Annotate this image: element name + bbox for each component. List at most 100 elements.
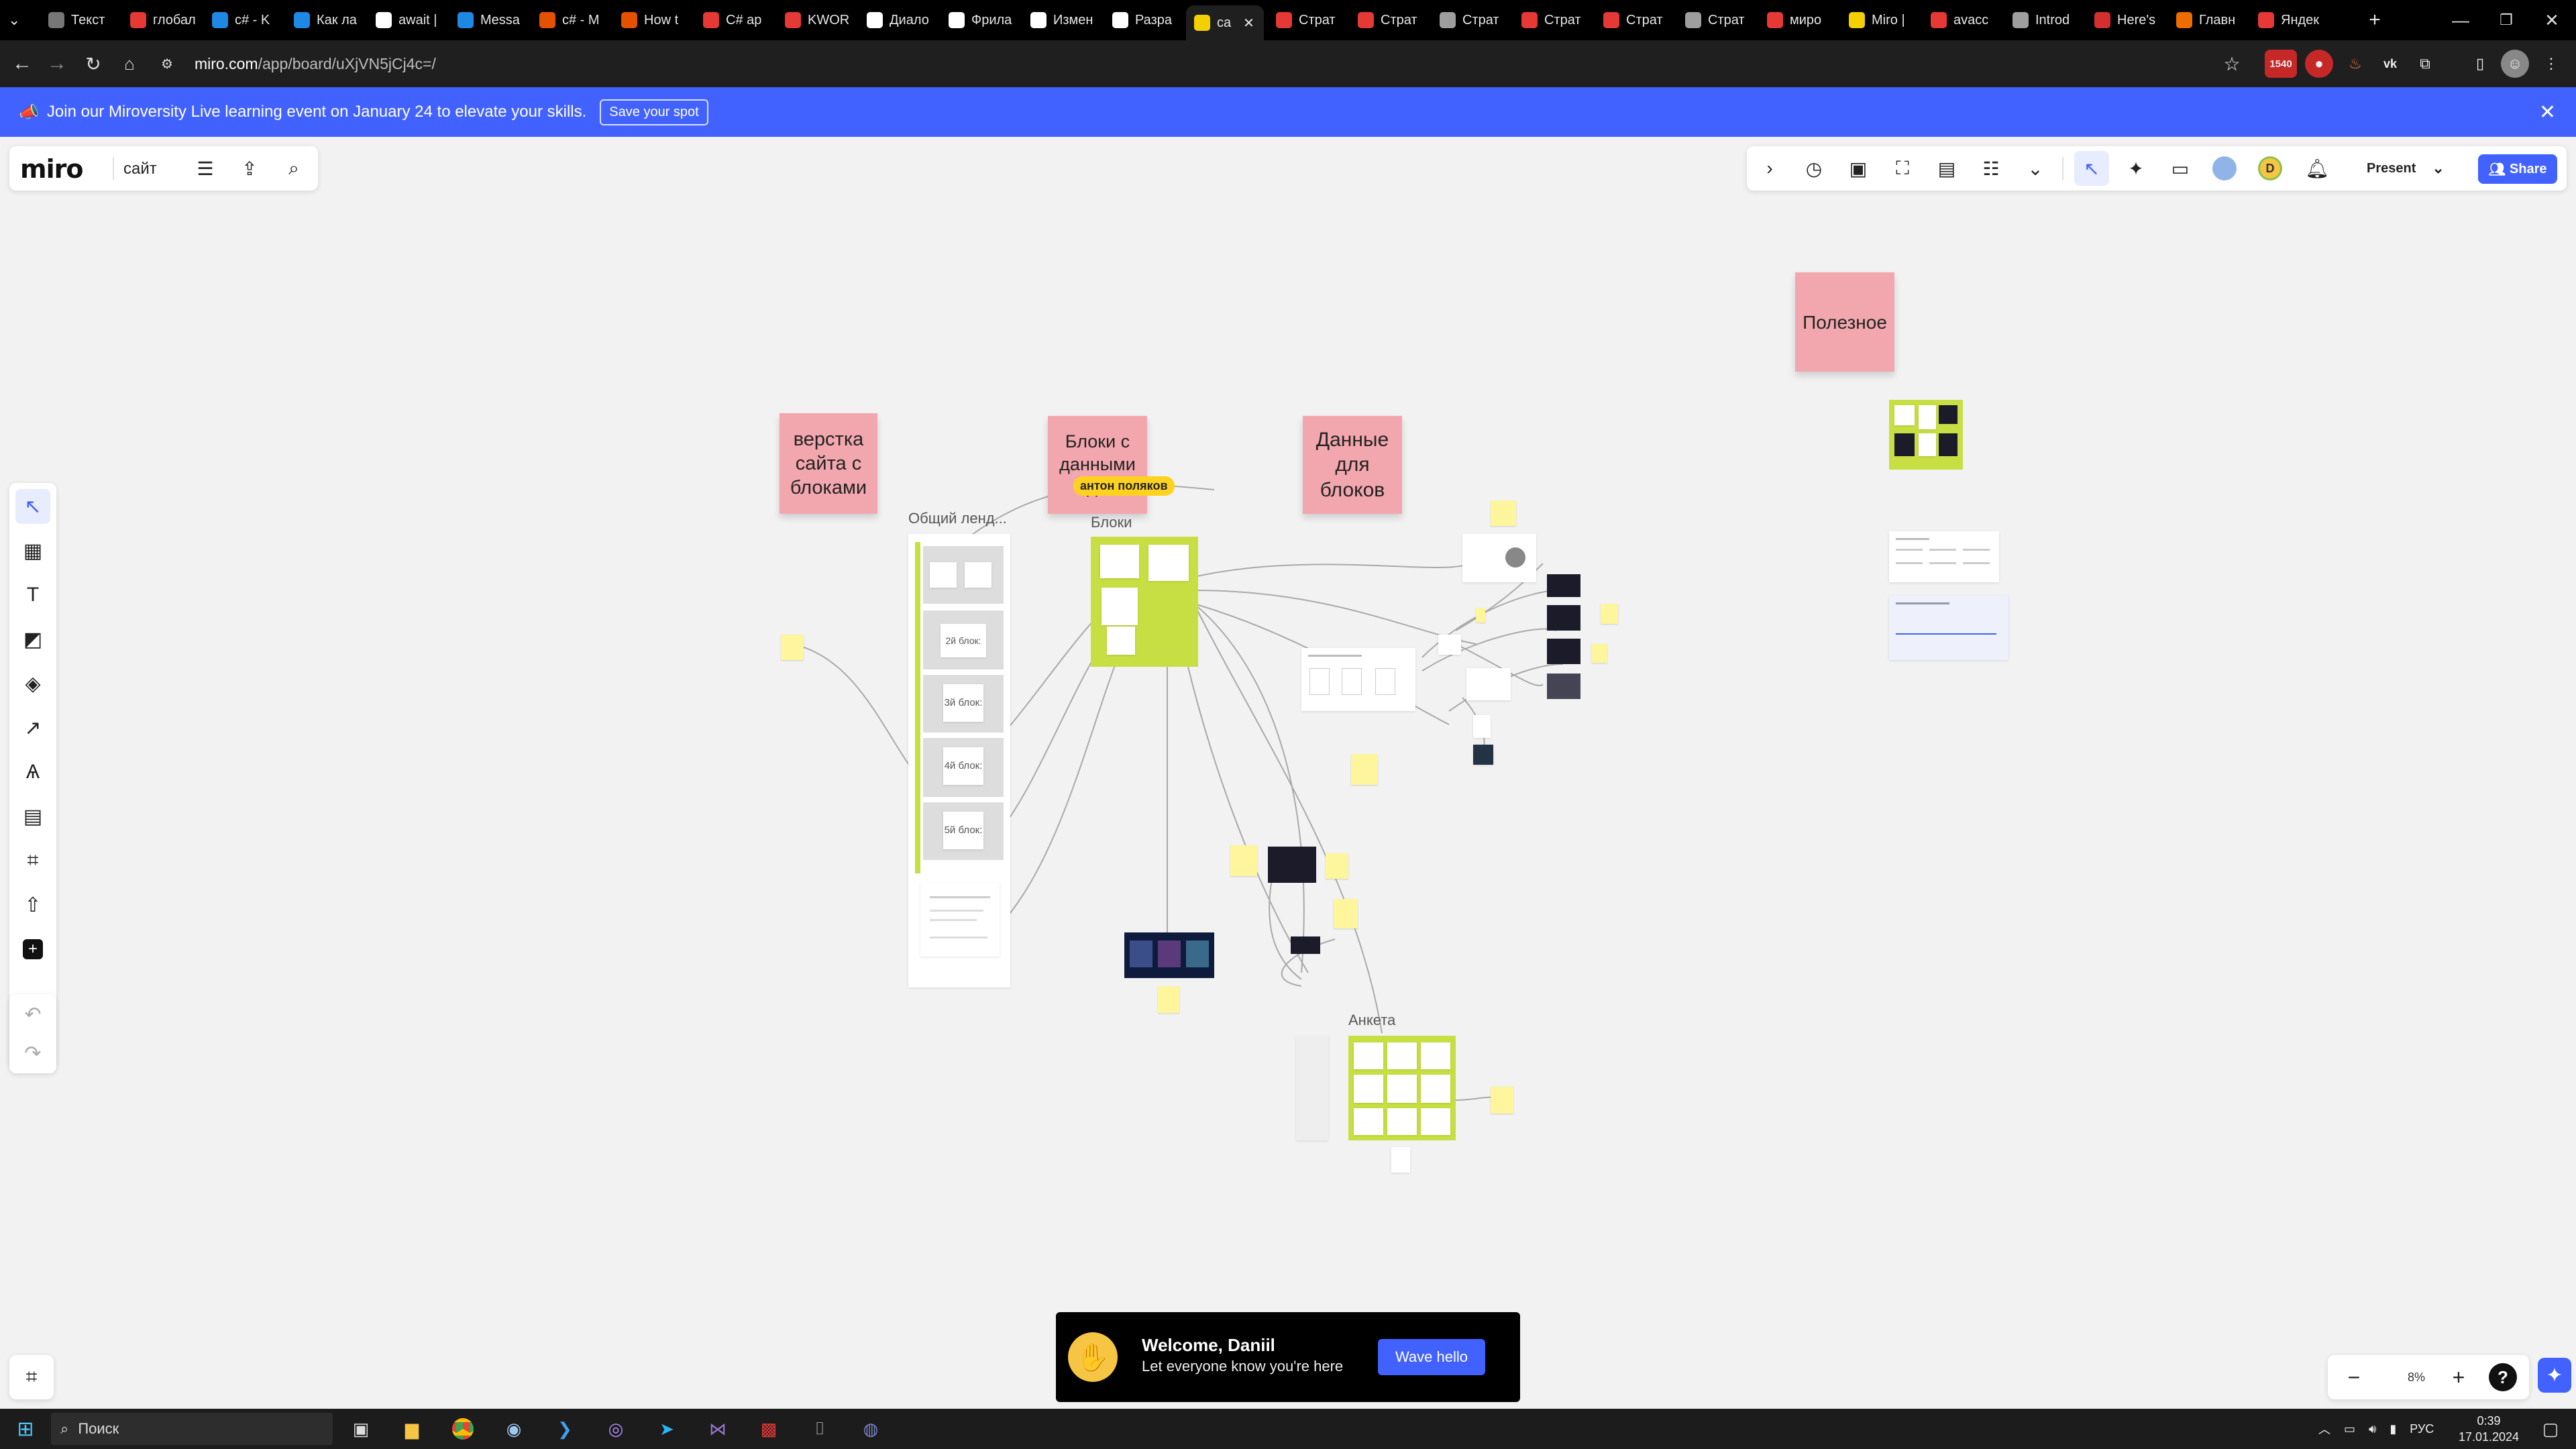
chevron-right-icon[interactable]: › (1752, 151, 1787, 186)
board-name[interactable]: сайт (123, 160, 157, 178)
taskbar-search[interactable]: ⌕ Поиск (51, 1413, 333, 1445)
frame-icon[interactable]: ⌗ (15, 843, 50, 878)
yellow-sticky[interactable] (1491, 500, 1516, 526)
steam-icon[interactable]: ◉ (499, 1414, 529, 1444)
comment-icon[interactable]: ▤ (15, 799, 50, 834)
yellow-sticky[interactable] (1351, 754, 1378, 785)
frame-useful[interactable] (1889, 400, 1963, 470)
miro-logo[interactable]: miro (20, 154, 83, 184)
dark-image-card[interactable] (1547, 574, 1580, 597)
dark-image-card[interactable] (1547, 605, 1580, 631)
redo-icon[interactable]: ↷ (15, 1036, 50, 1071)
templates-icon[interactable]: ▦ (15, 533, 50, 568)
focus-icon[interactable]: ⛶ (1885, 151, 1920, 186)
user-avatar[interactable]: D (2253, 151, 2288, 186)
share-button[interactable]: 👥︎ Share (2478, 154, 2557, 184)
footer-card[interactable] (920, 883, 1000, 957)
frame-landing[interactable]: 2й блок: 3й блок: 4й блок: 5й блок: (908, 534, 1010, 987)
ai-assist-icon[interactable]: ✦ (2538, 1358, 2571, 1393)
network-icon[interactable]: ▭ (2344, 1422, 2355, 1436)
mini-image-card[interactable] (1473, 745, 1493, 765)
present-button[interactable]: Present ⌄ (2356, 154, 2445, 182)
help-icon[interactable]: ? (2489, 1363, 2517, 1391)
yellow-sticky[interactable] (1591, 644, 1607, 663)
text-doc-card[interactable] (1889, 531, 1999, 582)
notes-icon[interactable]: ☷ (1974, 151, 2008, 186)
more-tools-icon[interactable]: ⌄ (2018, 151, 2053, 186)
bell-icon[interactable]: 🔔︎ (2300, 151, 2334, 186)
frame-label-blocks[interactable]: Блоки (1091, 514, 1132, 531)
zoom-level[interactable]: 8% (2390, 1364, 2443, 1390)
block-card-2[interactable]: 2й блок: (923, 610, 1004, 669)
zoom-in-button[interactable]: + (2443, 1362, 2474, 1393)
block-card-1[interactable] (923, 546, 1004, 604)
discord-icon[interactable]: ◍ (856, 1414, 885, 1444)
voting-icon[interactable]: ▣ (1841, 151, 1876, 186)
cursor-tool-icon[interactable]: ↖ (2074, 151, 2109, 186)
undo-icon[interactable]: ↶ (15, 997, 50, 1032)
yellow-sticky[interactable] (1158, 986, 1179, 1013)
dark-image-card[interactable] (1291, 936, 1320, 954)
mini-card[interactable] (1438, 635, 1461, 655)
pen-icon[interactable]: Ѧ (15, 755, 50, 790)
task-view-icon[interactable]: ▣ (346, 1414, 376, 1444)
block-card-3[interactable]: 3й блок: (923, 675, 1004, 733)
telegram-icon[interactable]: ➤ (652, 1414, 682, 1444)
frame-label-survey[interactable]: Анкета (1348, 1012, 1395, 1029)
calendar-icon[interactable]: ▤ (1929, 151, 1964, 186)
frame-survey[interactable] (1348, 1036, 1456, 1140)
block-card-5[interactable]: 5й блок: (923, 802, 1004, 860)
hamburger-menu-icon[interactable]: ☰ (188, 151, 223, 186)
sticky-note-layout[interactable]: верстка сайта с блоками (780, 413, 877, 514)
long-document-card[interactable] (1296, 1036, 1328, 1140)
app-icon[interactable]: ◎ (601, 1414, 631, 1444)
block-card-4[interactable]: 4й блок: (923, 738, 1004, 797)
dark-image-card[interactable] (1547, 639, 1580, 664)
dark-image-card[interactable] (1547, 674, 1580, 699)
reactions-icon[interactable]: ✦ (2118, 151, 2153, 186)
zoom-out-button[interactable]: − (2339, 1362, 2369, 1393)
notes-card[interactable] (1301, 648, 1415, 711)
mini-card[interactable] (1466, 668, 1511, 700)
frame-label-landing[interactable]: Общий ленд... (908, 510, 1007, 527)
windows-start-icon[interactable]: ⊞ (11, 1414, 40, 1444)
yellow-sticky[interactable] (1476, 608, 1485, 623)
vscode-icon[interactable]: ❯ (550, 1414, 580, 1444)
yellow-sticky[interactable] (1326, 853, 1348, 879)
export-icon[interactable]: ⇪ (232, 151, 267, 186)
dark-image-card[interactable] (1268, 847, 1316, 883)
sticky-note-data[interactable]: Данные для блоков (1303, 416, 1402, 514)
mini-card[interactable] (1473, 715, 1491, 738)
language-indicator[interactable]: РУС (2410, 1422, 2434, 1436)
frames-panel-icon[interactable]: ⌗ (9, 1355, 54, 1399)
sticky-note-useful[interactable]: Полезное (1795, 272, 1894, 372)
upload-icon[interactable]: ⇧ (15, 888, 50, 922)
yellow-sticky[interactable] (1491, 1087, 1513, 1114)
more-apps-icon[interactable]: + (15, 932, 50, 967)
comments-icon[interactable]: ▭ (2163, 151, 2198, 186)
timeline-card[interactable] (1889, 596, 2008, 660)
select-tool-icon[interactable]: ↖ (15, 489, 50, 524)
image-gallery-card[interactable] (1124, 932, 1214, 978)
timer-icon[interactable]: ◷ (1796, 151, 1831, 186)
text-tool-icon[interactable]: T (15, 578, 50, 612)
battery-icon[interactable]: ▮ (2390, 1422, 2396, 1436)
yellow-sticky[interactable] (1334, 899, 1358, 928)
mouse-app-icon[interactable]: ⌷ (805, 1414, 835, 1444)
yellow-sticky[interactable] (1230, 845, 1257, 876)
explorer-icon[interactable]: ▆ (397, 1414, 427, 1444)
clock[interactable]: 0:39 17.01.2024 (2449, 1413, 2529, 1445)
game-icon[interactable]: ▩ (754, 1414, 784, 1444)
diagram-card[interactable] (1462, 534, 1536, 582)
yellow-sticky[interactable] (1601, 604, 1618, 624)
notifications-icon[interactable]: ▢ (2536, 1414, 2565, 1444)
frame-blocks[interactable] (1091, 537, 1198, 667)
chevron-up-icon[interactable]: ︿ (2318, 1420, 2330, 1438)
visual-studio-icon[interactable]: ⋈ (703, 1414, 733, 1444)
connector-icon[interactable]: ↗ (15, 710, 50, 745)
chevron-down-icon[interactable]: ⌄ (2432, 160, 2444, 177)
sticky-note-blocks[interactable]: Блоки с данными дл (1048, 416, 1147, 514)
wave-hello-button[interactable]: Wave hello (1378, 1339, 1485, 1375)
sticky-note-icon[interactable]: ◩ (15, 622, 50, 657)
mini-card[interactable] (1391, 1147, 1410, 1173)
